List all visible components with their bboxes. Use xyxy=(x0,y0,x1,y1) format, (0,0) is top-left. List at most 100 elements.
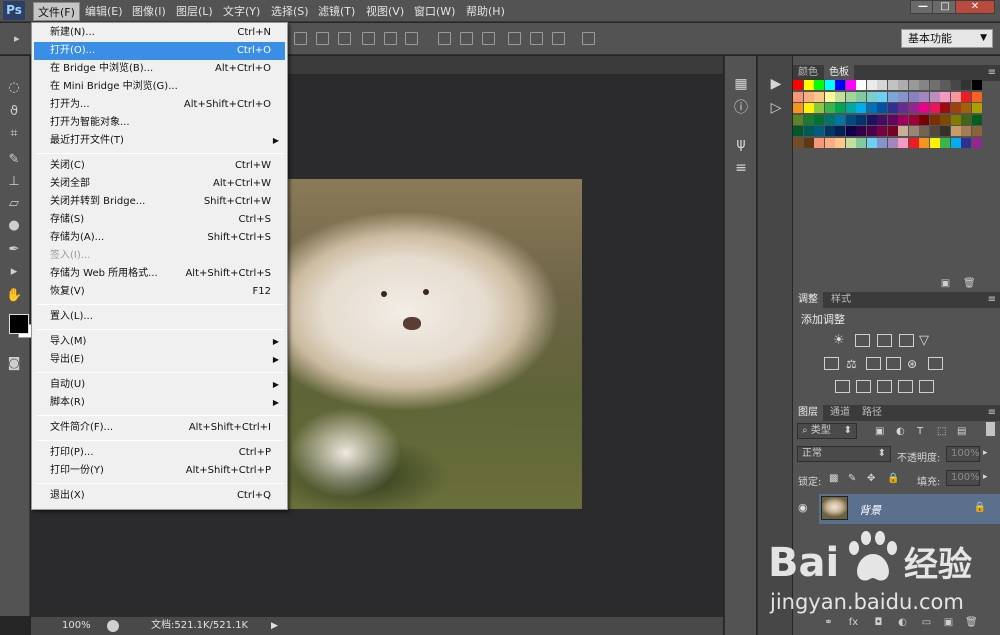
distribute-hcenter-icon[interactable] xyxy=(530,32,543,45)
swatch[interactable] xyxy=(856,103,866,113)
close-button[interactable]: ✕ xyxy=(955,0,995,14)
swatch[interactable] xyxy=(950,80,961,90)
swatch[interactable] xyxy=(961,137,971,148)
swatch[interactable] xyxy=(814,103,824,113)
swatch[interactable] xyxy=(908,126,919,136)
swatch[interactable] xyxy=(814,137,824,148)
opacity-arrow-icon[interactable]: ▸ xyxy=(983,448,988,458)
swatch[interactable] xyxy=(898,103,908,113)
swatch[interactable] xyxy=(877,137,887,148)
filter-smart-icon[interactable]: ▤ xyxy=(957,426,966,437)
file-menu-item[interactable]: 退出(X) Ctrl+Q xyxy=(34,487,285,505)
align-top-icon[interactable] xyxy=(294,32,307,45)
swatch[interactable] xyxy=(877,126,887,136)
swatch[interactable] xyxy=(961,91,971,102)
swatch[interactable] xyxy=(919,126,929,136)
swatch[interactable] xyxy=(824,80,835,90)
levels-icon[interactable] xyxy=(855,334,870,347)
lock-all-icon[interactable]: 🔒 xyxy=(887,473,899,484)
menu-type[interactable]: 文字(Y) xyxy=(219,2,264,21)
new-layer-icon[interactable]: ▣ xyxy=(943,617,954,628)
file-menu-item[interactable]: 关闭(C) Ctrl+W xyxy=(34,157,285,175)
swatch[interactable] xyxy=(866,80,877,90)
new-swatch-icon[interactable]: ▣ xyxy=(940,278,951,289)
swatch[interactable] xyxy=(845,137,856,148)
swatch[interactable] xyxy=(803,114,814,125)
hue-saturation-icon[interactable] xyxy=(824,357,839,370)
swatch[interactable] xyxy=(898,137,908,148)
swatch[interactable] xyxy=(803,126,814,136)
panel-menu-icon[interactable]: ≡ xyxy=(988,294,996,305)
swatch[interactable] xyxy=(887,80,898,90)
blur-tool-icon[interactable]: ● xyxy=(6,218,22,234)
file-menu-item[interactable]: 关闭全部 Alt+Ctrl+W xyxy=(34,175,285,193)
swatch[interactable] xyxy=(940,137,950,148)
swatch[interactable] xyxy=(856,137,866,148)
swatch[interactable] xyxy=(940,126,950,136)
swatch[interactable] xyxy=(940,91,950,102)
fill-arrow-icon[interactable]: ▸ xyxy=(983,472,988,482)
zoom-level[interactable]: 100% xyxy=(62,617,91,635)
file-menu-item[interactable]: 关闭并转到 Bridge... Shift+Ctrl+W xyxy=(34,193,285,211)
swatch[interactable] xyxy=(919,137,929,148)
swatch[interactable] xyxy=(908,103,919,113)
swatch[interactable] xyxy=(793,91,803,102)
swatch[interactable] xyxy=(971,91,982,102)
align-bottom-icon[interactable] xyxy=(338,32,351,45)
swatch[interactable] xyxy=(950,126,961,136)
swatch[interactable] xyxy=(793,80,803,90)
filter-type-icon[interactable]: T xyxy=(917,426,923,437)
swatch[interactable] xyxy=(950,91,961,102)
swatch[interactable] xyxy=(824,91,835,102)
file-menu-item[interactable]: 置入(L)... xyxy=(34,308,285,326)
menu-view[interactable]: 视图(V) xyxy=(362,2,408,21)
filter-toggle-switch[interactable] xyxy=(986,422,995,436)
actions-icon[interactable]: ▶ xyxy=(768,76,784,92)
swatch[interactable] xyxy=(835,126,845,136)
info-icon[interactable]: ⓘ xyxy=(733,100,749,116)
file-menu-item[interactable]: 打开为智能对象... xyxy=(34,114,285,132)
align-vcenter-icon[interactable] xyxy=(316,32,329,45)
filter-shape-icon[interactable]: ⬚ xyxy=(937,426,946,437)
swatch[interactable] xyxy=(845,103,856,113)
swatch[interactable] xyxy=(803,80,814,90)
swatch[interactable] xyxy=(877,80,887,90)
brush-panel-icon[interactable]: ψ xyxy=(733,136,749,152)
menu-select[interactable]: 选择(S) xyxy=(267,2,313,21)
swatch[interactable] xyxy=(793,114,803,125)
layer-row-background[interactable]: 背景 🔒 xyxy=(819,494,1000,524)
swatch[interactable] xyxy=(803,137,814,148)
swatch[interactable] xyxy=(971,114,982,125)
brightness-icon[interactable]: ☀ xyxy=(833,334,848,347)
file-menu-item[interactable]: 新建(N)... Ctrl+N xyxy=(34,24,285,42)
delete-swatch-icon[interactable]: 🗑 xyxy=(963,278,976,289)
swatch[interactable] xyxy=(824,137,835,148)
path-select-tool-icon[interactable]: ▸ xyxy=(6,264,22,280)
distribute-left-icon[interactable] xyxy=(508,32,521,45)
opacity-field[interactable]: 100% xyxy=(946,446,980,462)
swatch[interactable] xyxy=(845,80,856,90)
swatch[interactable] xyxy=(919,80,929,90)
file-menu-item[interactable]: 自动(U) ▶ xyxy=(34,376,285,394)
foreground-color-swatch[interactable] xyxy=(9,314,29,334)
file-menu-item[interactable]: 最近打开文件(T) ▶ xyxy=(34,132,285,150)
black-white-icon[interactable] xyxy=(866,357,881,370)
file-menu-item[interactable]: 在 Bridge 中浏览(B)... Alt+Ctrl+O xyxy=(34,60,285,78)
swatch[interactable] xyxy=(929,126,940,136)
align-hcenter-icon[interactable] xyxy=(384,32,397,45)
swatch[interactable] xyxy=(961,126,971,136)
swatch[interactable] xyxy=(824,103,835,113)
swatch[interactable] xyxy=(950,103,961,113)
tab-swatches[interactable]: 色板 xyxy=(824,65,854,81)
swatch[interactable] xyxy=(961,114,971,125)
menu-help[interactable]: 帮助(H) xyxy=(462,2,509,21)
tab-paths[interactable]: 路径 xyxy=(857,405,887,421)
file-menu-item[interactable]: 恢复(V) F12 xyxy=(34,283,285,301)
swatch[interactable] xyxy=(887,91,898,102)
swatch[interactable] xyxy=(845,91,856,102)
file-menu-item[interactable]: 存储为 Web 所用格式... Alt+Shift+Ctrl+S xyxy=(34,265,285,283)
move-tool-icon[interactable]: ▸ xyxy=(14,32,27,45)
new-adjustment-icon[interactable]: ◐ xyxy=(897,617,908,628)
menu-window[interactable]: 窗口(W) xyxy=(410,2,459,21)
file-menu-item[interactable]: 打印一份(Y) Alt+Shift+Ctrl+P xyxy=(34,462,285,480)
